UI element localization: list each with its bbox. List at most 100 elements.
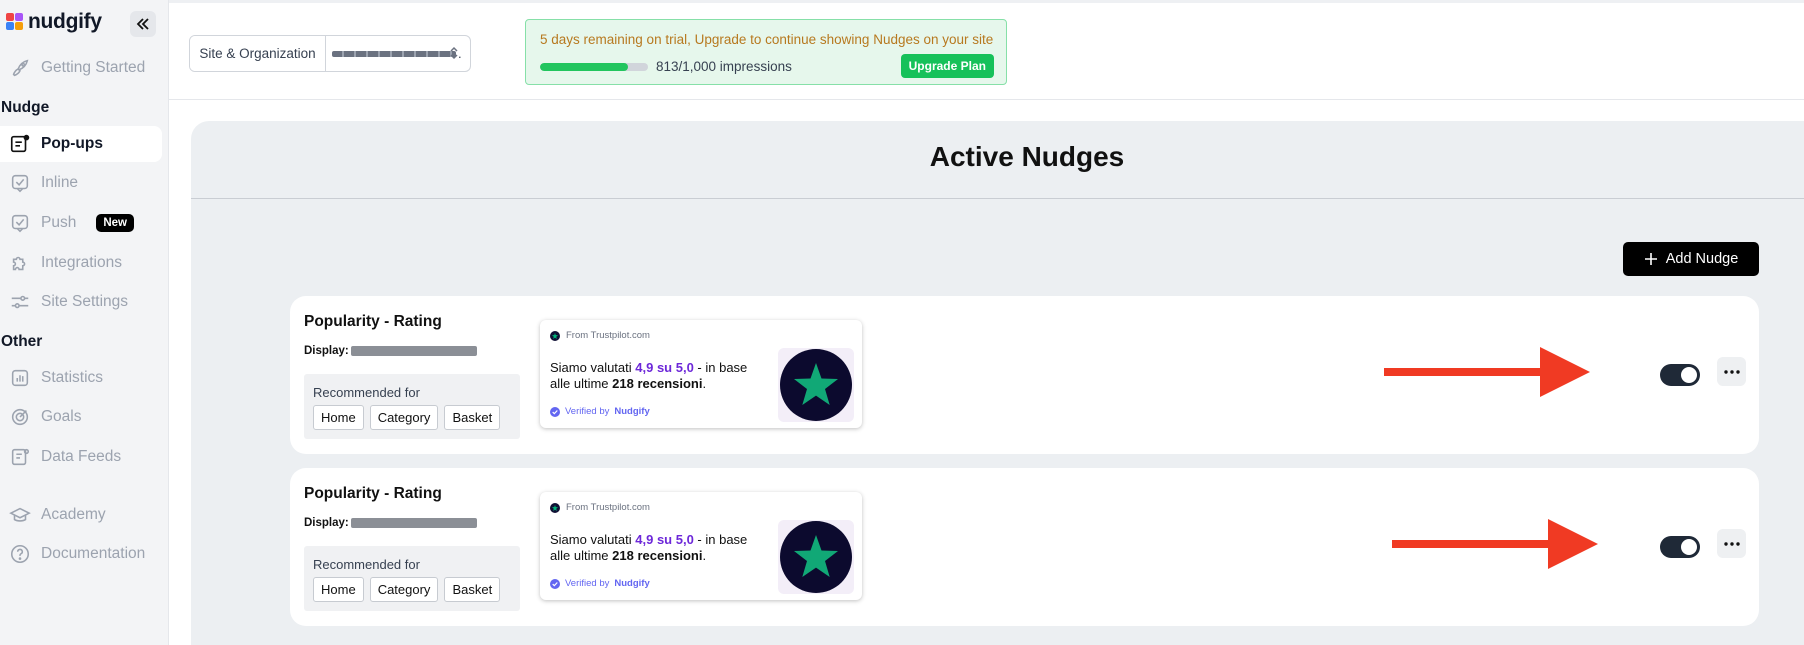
help-circle-icon [10, 544, 30, 564]
preview-message: Siamo valutati 4,9 su 5,0 - in base alle… [550, 360, 760, 392]
sidebar-item-inline[interactable]: Inline [0, 165, 162, 201]
site-organization-select[interactable]: Site & Organization . [189, 35, 471, 72]
sidebar-item-label: Site Settings [41, 293, 129, 310]
site-select-label: Site & Organization [190, 36, 326, 71]
tag-home: Home [313, 577, 364, 602]
push-check-icon [11, 214, 29, 233]
display-label: Display: [304, 517, 349, 529]
tag-category: Category [369, 577, 439, 602]
sidebar-item-statistics[interactable]: Statistics [0, 360, 162, 396]
preview-source-text: From Trustpilot.com [566, 502, 650, 513]
add-nudge-button[interactable]: Add Nudge [1623, 242, 1759, 276]
trustpilot-icon [550, 502, 560, 513]
preview-text-pre: Siamo valutati [550, 360, 636, 375]
page-title: Active Nudges [929, 141, 1125, 172]
verified-by: Verified by Nudgify [550, 578, 650, 589]
redacted-site-name [332, 50, 456, 57]
page-tags: Home Category Basket [313, 405, 501, 430]
bar-chart-icon [11, 369, 29, 387]
brand-name: nudgify [28, 10, 102, 33]
nudge-active-toggle[interactable] [1660, 364, 1700, 386]
section-label-nudge: Nudge [1, 99, 50, 116]
upgrade-plan-button[interactable]: Upgrade Plan [900, 54, 994, 78]
impressions-count: 813/1,000 impressions [656, 59, 792, 74]
preview-text-post: . [702, 548, 707, 563]
sidebar-item-goals[interactable]: Goals [0, 399, 162, 435]
sidebar-item-integrations[interactable]: Integrations [0, 245, 162, 281]
sidebar-item-pop-ups[interactable]: Pop-ups [0, 126, 162, 162]
preview-message: Siamo valutati 4,9 su 5,0 - in base alle… [550, 532, 760, 564]
more-horizontal-icon [1723, 369, 1740, 374]
preview-source: From Trustpilot.com [550, 502, 650, 513]
trial-banner: 5 days remaining on trial, Upgrade to co… [525, 19, 1007, 85]
verified-by: Verified by Nudgify [550, 406, 650, 417]
tag-category: Category [369, 405, 439, 430]
inline-check-icon [11, 174, 29, 193]
plus-icon [1644, 253, 1657, 265]
verified-brand: Nudgify [614, 406, 650, 417]
redacted-display-value [350, 346, 477, 356]
sidebar-item-label: Data Feeds [41, 448, 122, 465]
preview-reviews: 218 recensioni [612, 376, 703, 391]
preview-source-text: From Trustpilot.com [566, 330, 650, 341]
preview-rating: 4,9 su 5,0 [635, 360, 694, 375]
recommended-label: Recommended for [313, 385, 420, 400]
more-options-button[interactable] [1717, 357, 1746, 386]
trustpilot-star-tile [778, 520, 854, 594]
recommended-for-box: Recommended for Home Category Basket [304, 546, 520, 611]
collapse-sidebar-button[interactable] [130, 11, 156, 37]
impressions-progress [540, 63, 648, 71]
more-options-button[interactable] [1717, 529, 1746, 558]
trustpilot-star-icon [780, 521, 852, 593]
toggle-knob [1681, 539, 1697, 555]
active-nudges-panel: Active Nudges Add Nudge Popularity - Rat… [191, 121, 1804, 645]
brand-logo[interactable]: nudgify [6, 10, 102, 34]
verified-check-icon [550, 406, 560, 417]
nudgify-logo-icon [6, 13, 24, 31]
site-select-value[interactable]: . [326, 36, 470, 71]
verified-text: Verified by [565, 578, 610, 589]
popup-icon [10, 134, 30, 153]
nudge-title: Popularity - Rating [304, 485, 442, 502]
sidebar-item-label: Push [41, 214, 77, 231]
sidebar-item-academy[interactable]: Academy [0, 497, 162, 533]
preview-text-pre: Siamo valutati [550, 532, 636, 547]
tag-basket: Basket [444, 405, 501, 430]
nudge-preview[interactable]: From Trustpilot.com Siamo valutati 4,9 s… [540, 320, 862, 428]
nudge-title: Popularity - Rating [304, 313, 442, 330]
sidebar-item-data-feeds[interactable]: Data Feeds [0, 439, 162, 475]
chevrons-left-icon [136, 18, 149, 30]
rocket-icon [12, 59, 29, 77]
sidebar-item-push[interactable]: Push New [0, 205, 162, 241]
trial-message: 5 days remaining on trial, Upgrade to co… [540, 32, 994, 47]
preview-reviews: 218 recensioni [612, 548, 703, 563]
trustpilot-star-icon [780, 349, 852, 421]
preview-source: From Trustpilot.com [550, 330, 650, 341]
sidebar-item-label: Inline [41, 174, 79, 191]
nudge-preview[interactable]: From Trustpilot.com Siamo valutati 4,9 s… [540, 492, 862, 600]
section-label-other: Other [1, 333, 43, 350]
sidebar-item-label: Documentation [41, 545, 146, 562]
data-feed-icon [11, 448, 30, 466]
sidebar-item-getting-started[interactable]: Getting Started [0, 50, 162, 86]
sliders-icon [11, 295, 29, 309]
sidebar-item-documentation[interactable]: Documentation [0, 536, 162, 572]
toggle-knob [1681, 367, 1697, 383]
tag-home: Home [313, 405, 364, 430]
display-row: Display: [304, 517, 477, 529]
verified-brand: Nudgify [614, 578, 650, 589]
trustpilot-icon [550, 330, 560, 341]
sidebar-item-label: Goals [41, 408, 82, 425]
preview-rating: 4,9 su 5,0 [635, 532, 694, 547]
nudge-card: Popularity - Rating Display: Recommended… [290, 468, 1759, 626]
nudge-card: Popularity - Rating Display: Recommended… [290, 296, 1759, 454]
nudge-active-toggle[interactable] [1660, 536, 1700, 558]
recommended-for-box: Recommended for Home Category Basket [304, 374, 520, 439]
add-nudge-label: Add Nudge [1665, 251, 1739, 267]
trustpilot-star-tile [778, 348, 854, 422]
sidebar-item-site-settings[interactable]: Site Settings [0, 284, 162, 320]
verified-text: Verified by [565, 406, 610, 417]
sidebar-item-label: Getting Started [41, 59, 146, 76]
recommended-label: Recommended for [313, 557, 420, 572]
red-arrow-annotation [1384, 347, 1590, 397]
